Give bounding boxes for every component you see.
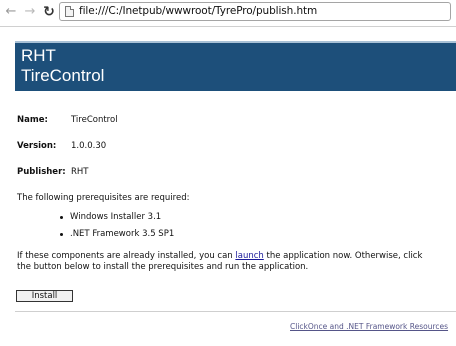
launch-link[interactable]: launch bbox=[235, 251, 263, 261]
name-label: Name: bbox=[17, 115, 48, 125]
forward-icon[interactable]: → bbox=[21, 3, 39, 21]
prerequisites-intro: The following prerequisites are required… bbox=[17, 193, 190, 203]
name-value: TireControl bbox=[71, 115, 118, 125]
instructions-line1: If these components are already installe… bbox=[17, 251, 422, 261]
publisher-label: Publisher: bbox=[17, 167, 66, 177]
version-label: Version: bbox=[17, 141, 57, 151]
install-button[interactable]: Install bbox=[16, 290, 73, 302]
back-icon[interactable]: ← bbox=[2, 3, 20, 21]
instructions-text: the application now. Otherwise, click bbox=[263, 251, 423, 261]
page-banner: RHT TireControl bbox=[15, 41, 456, 91]
address-text[interactable]: file:///C:/Inetpub/wwwroot/TyrePro/publi… bbox=[79, 5, 317, 17]
footer-divider bbox=[15, 311, 456, 312]
version-value: 1.0.0.30 bbox=[71, 141, 107, 151]
page-icon bbox=[65, 6, 74, 17]
toolbar-divider bbox=[0, 26, 456, 27]
resources-link[interactable]: ClickOnce and .NET Framework Resources bbox=[290, 322, 448, 331]
prerequisite-item: Windows Installer 3.1 bbox=[70, 212, 162, 222]
publisher-value: RHT bbox=[71, 167, 89, 177]
prerequisite-item: .NET Framework 3.5 SP1 bbox=[70, 229, 175, 239]
bullet-icon bbox=[60, 216, 63, 219]
browser-toolbar: ← → ↻ file:///C:/Inetpub/wwwroot/TyrePro… bbox=[0, 0, 456, 24]
instructions-text: If these components are already installe… bbox=[17, 251, 236, 261]
address-bar[interactable]: file:///C:/Inetpub/wwwroot/TyrePro/publi… bbox=[59, 2, 451, 21]
banner-product: TireControl bbox=[21, 66, 105, 85]
banner-publisher: RHT bbox=[21, 46, 56, 65]
reload-icon[interactable]: ↻ bbox=[40, 3, 58, 21]
bullet-icon bbox=[60, 233, 63, 236]
instructions-line2: the button below to install the prerequi… bbox=[17, 262, 309, 272]
